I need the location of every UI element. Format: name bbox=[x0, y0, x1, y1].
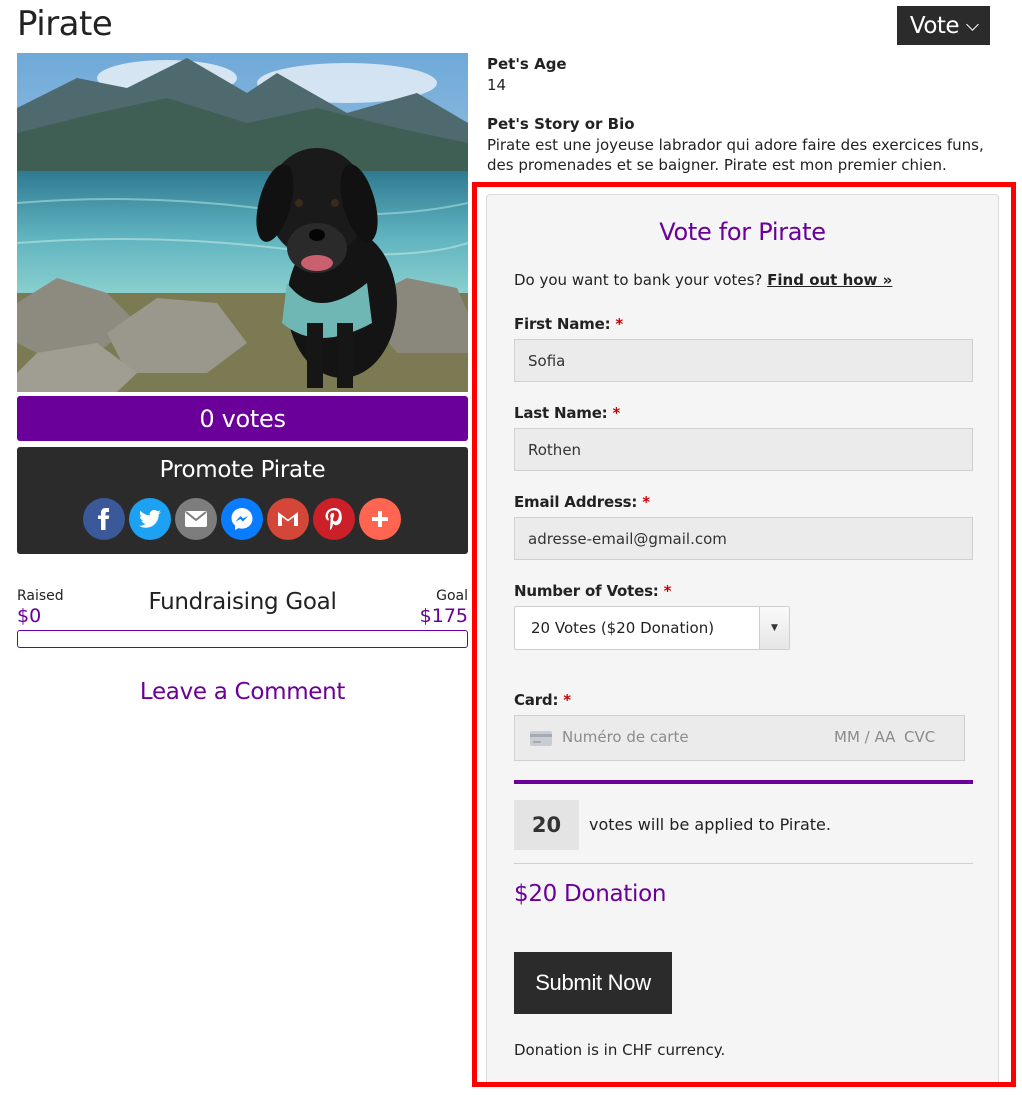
submit-button[interactable]: Submit Now bbox=[514, 952, 672, 1014]
promote-box: Promote Pirate bbox=[17, 447, 468, 554]
vote-menu-button[interactable]: Vote bbox=[897, 6, 990, 45]
card-label-text: Card: bbox=[514, 691, 559, 709]
last-name-label-text: Last Name: bbox=[514, 404, 608, 422]
leave-comment-link[interactable]: Leave a Comment bbox=[0, 679, 485, 705]
votes-applied-text: votes will be applied to Pirate. bbox=[589, 815, 831, 834]
required-mark: * bbox=[642, 493, 650, 511]
card-number-placeholder[interactable]: Numéro de carte bbox=[562, 728, 689, 746]
more-share-icon[interactable] bbox=[359, 498, 401, 540]
fundraising-goal-heading: Fundraising Goal bbox=[148, 589, 337, 615]
share-buttons bbox=[83, 498, 401, 540]
last-name-field[interactable] bbox=[514, 428, 973, 471]
bank-votes-prompt: Do you want to bank your votes? Find out… bbox=[514, 271, 892, 289]
chevron-down-icon bbox=[966, 18, 979, 31]
find-out-how-link[interactable]: Find out how » bbox=[767, 271, 892, 289]
credit-card-icon bbox=[530, 731, 552, 746]
number-of-votes-label: Number of Votes: * bbox=[514, 582, 672, 600]
required-mark: * bbox=[615, 315, 624, 333]
email-icon[interactable] bbox=[175, 498, 217, 540]
card-input[interactable]: Numéro de carte MM / AA CVC bbox=[514, 715, 965, 761]
pinterest-icon[interactable] bbox=[313, 498, 355, 540]
last-name-label: Last Name: * bbox=[514, 404, 620, 422]
page-title: Pirate bbox=[17, 4, 113, 44]
pet-bio-text: Pirate est une joyeuse labrador qui ador… bbox=[487, 136, 984, 174]
gmail-icon[interactable] bbox=[267, 498, 309, 540]
goal-value: $175 bbox=[419, 605, 468, 627]
summary-divider bbox=[514, 780, 973, 784]
first-name-field[interactable] bbox=[514, 339, 973, 382]
promote-title: Promote Pirate bbox=[159, 457, 326, 483]
dropdown-arrow-icon[interactable]: ▼ bbox=[759, 607, 789, 649]
email-label-text: Email Address: bbox=[514, 493, 638, 511]
required-mark: * bbox=[563, 691, 571, 709]
twitter-icon[interactable] bbox=[129, 498, 171, 540]
pet-photo bbox=[17, 53, 468, 392]
vote-menu-label: Vote bbox=[909, 12, 960, 39]
pet-age-value: 14 bbox=[487, 76, 507, 94]
facebook-icon[interactable] bbox=[83, 498, 125, 540]
selected-votes-option: 20 Votes ($20 Donation) bbox=[531, 619, 715, 637]
card-label: Card: * bbox=[514, 691, 571, 709]
vote-form-title: Vote for Pirate bbox=[659, 218, 826, 246]
pet-age-label: Pet's Age bbox=[487, 55, 567, 73]
first-name-label-text: First Name: bbox=[514, 315, 611, 333]
bank-votes-question: Do you want to bank your votes? bbox=[514, 271, 763, 289]
currency-note: Donation is in CHF currency. bbox=[514, 1041, 726, 1059]
required-mark: * bbox=[663, 582, 672, 600]
messenger-icon[interactable] bbox=[221, 498, 263, 540]
pet-bio-label: Pet's Story or Bio bbox=[487, 115, 635, 133]
goal-label: Goal bbox=[436, 588, 468, 604]
divider bbox=[514, 863, 973, 864]
email-label: Email Address: * bbox=[514, 493, 650, 511]
first-name-label: First Name: * bbox=[514, 315, 623, 333]
number-of-votes-select[interactable]: 20 Votes ($20 Donation) ▼ bbox=[514, 606, 790, 650]
number-of-votes-label-text: Number of Votes: bbox=[514, 582, 659, 600]
vote-count-bar: 0 votes bbox=[17, 396, 468, 441]
required-mark: * bbox=[612, 404, 621, 422]
email-field[interactable] bbox=[514, 517, 973, 560]
card-expiry-placeholder[interactable]: MM / AA bbox=[834, 728, 895, 746]
card-cvc-placeholder[interactable]: CVC bbox=[904, 728, 935, 746]
pet-photo-illustration bbox=[17, 53, 468, 392]
donation-amount: $20 Donation bbox=[514, 881, 667, 907]
fundraising-progress-bar bbox=[17, 630, 468, 648]
vote-count-badge: 20 bbox=[514, 800, 579, 850]
